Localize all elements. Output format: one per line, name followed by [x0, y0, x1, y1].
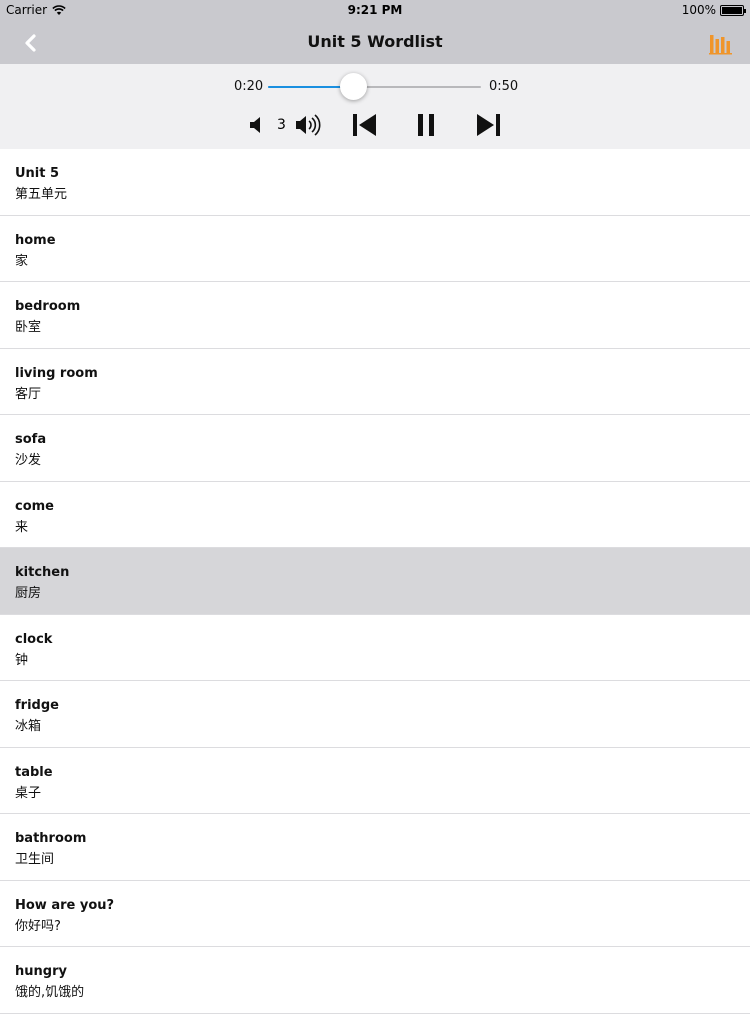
status-time: 9:21 PM — [347, 3, 403, 17]
pause-button[interactable] — [416, 113, 436, 137]
word-list-item[interactable]: bathroom 卫生间 — [0, 814, 750, 881]
word-chinese: 第五单元 — [15, 187, 68, 202]
word-chinese: 你好吗? — [15, 918, 61, 934]
word-chinese: 卫生间 — [15, 852, 55, 867]
word-chinese: 客厅 — [15, 386, 42, 402]
skip-back-icon — [353, 114, 376, 136]
word-english: clock — [15, 631, 53, 647]
battery-percent: 100% — [681, 3, 716, 17]
word-list-item[interactable]: hungry 饿的,饥饿的 — [0, 947, 750, 1014]
word-list-item[interactable]: sofa 沙发 — [0, 415, 750, 482]
word-english: How are you? — [15, 897, 115, 913]
volume-level: 3 — [277, 117, 286, 133]
word-list: Unit 5 第五单元 home 家 bedroom 卧室 living room 客厅 sof… — [0, 149, 750, 1014]
word-list-item[interactable]: Unit 5 第五单元 — [0, 149, 750, 216]
volume-down-button[interactable] — [248, 116, 266, 134]
word-english: Unit 5 — [15, 166, 60, 181]
page-title: Unit 5 Wordlist — [307, 32, 443, 51]
word-chinese: 饿的,饥饿的 — [15, 985, 85, 1000]
word-list-item[interactable]: home 家 — [0, 215, 750, 282]
battery-icon — [720, 4, 746, 16]
word-english: hungry — [15, 964, 67, 979]
word-chinese: 厨房 — [15, 586, 42, 601]
word-english: kitchen — [15, 565, 70, 580]
pause-icon — [418, 114, 434, 136]
skip-forward-icon — [477, 114, 500, 136]
volume-up-button[interactable] — [295, 113, 325, 137]
word-english: bathroom — [15, 831, 87, 846]
progress-thumb[interactable] — [339, 73, 367, 100]
current-time: 0:20 — [234, 79, 264, 94]
word-list-item[interactable]: table 桌子 — [0, 747, 750, 814]
word-list-item[interactable]: bedroom 卧室 — [0, 282, 750, 349]
word-chinese: 卧室 — [15, 320, 42, 335]
audio-player: 0:20 0:50 3 — [0, 64, 750, 149]
word-chinese: 桌子 — [15, 785, 42, 801]
word-list-item[interactable]: living room 客厅 — [0, 348, 750, 415]
word-list-item[interactable]: fridge 冰箱 — [0, 681, 750, 748]
word-list-item[interactable]: kitchen 厨房 — [0, 548, 750, 615]
nav-bar: Unit 5 Wordlist — [0, 21, 750, 64]
word-chinese: 冰箱 — [15, 719, 42, 734]
status-bar: Carrier 9:21 PM 100% — [0, 0, 750, 21]
word-english: fridge — [15, 698, 59, 713]
previous-button[interactable] — [352, 113, 377, 137]
playlist-bars-icon — [709, 35, 732, 55]
word-english: home — [15, 232, 56, 248]
word-english: living room — [15, 365, 98, 381]
word-english: come — [15, 498, 54, 514]
word-english: table — [15, 764, 53, 780]
word-english: sofa — [15, 432, 47, 447]
playlist-button[interactable] — [708, 31, 734, 57]
speaker-high-icon — [296, 114, 321, 136]
word-list-item[interactable]: clock 钟 — [0, 614, 750, 681]
total-time: 0:50 — [489, 79, 519, 94]
speaker-low-icon — [250, 117, 260, 133]
word-chinese: 家 — [15, 253, 29, 269]
next-button[interactable] — [476, 113, 501, 137]
word-list-item[interactable]: How are you? 你好吗? — [0, 880, 750, 947]
status-right: 100% — [681, 3, 746, 17]
word-chinese: 沙发 — [15, 453, 42, 468]
word-list-item[interactable]: come 来 — [0, 481, 750, 548]
progress-slider[interactable] — [268, 73, 481, 100]
player-controls: 3 — [0, 110, 750, 140]
word-chinese: 来 — [15, 519, 29, 535]
word-chinese: 钟 — [15, 652, 29, 668]
word-english: bedroom — [15, 299, 81, 314]
